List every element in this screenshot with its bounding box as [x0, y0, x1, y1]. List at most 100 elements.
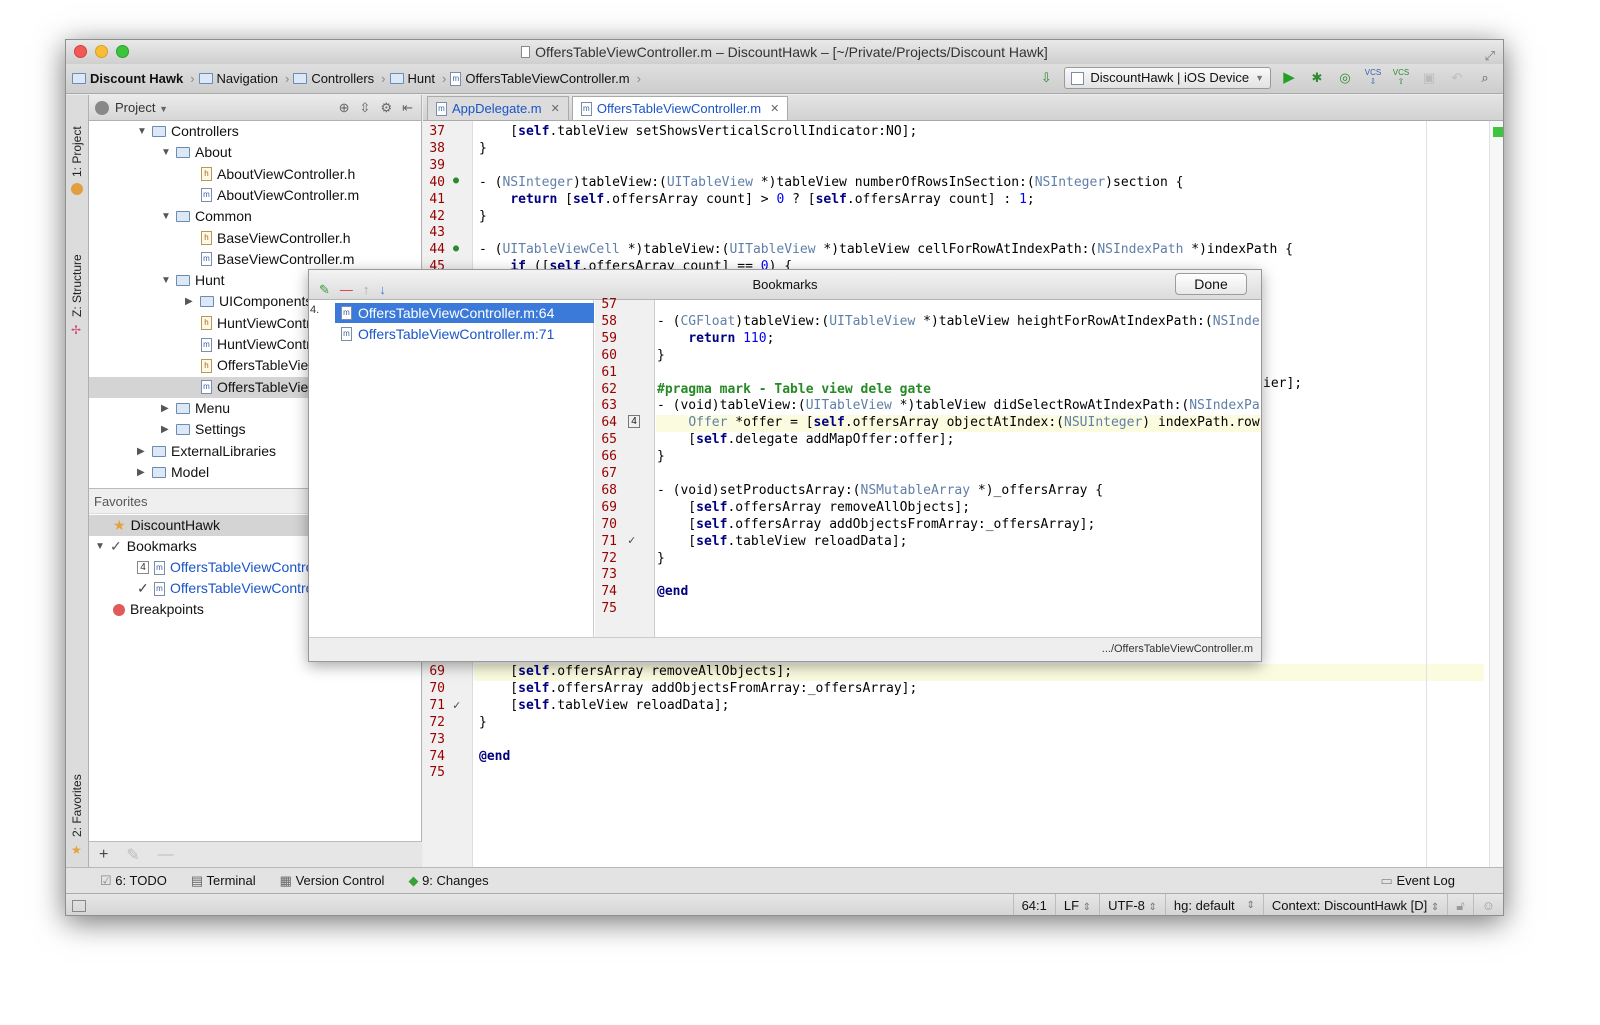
code-line: [self.tableView reloadData]; [657, 533, 908, 549]
tool-terminal[interactable]: ▤ Terminal [191, 873, 256, 889]
debug-icon[interactable]: ✱ [1307, 68, 1327, 88]
close-window-button[interactable] [74, 45, 87, 58]
line-number: 42 [429, 208, 445, 224]
inspector-icon[interactable]: ☺ [1472, 893, 1503, 915]
caret-position[interactable]: 64:1 [1012, 893, 1055, 915]
project-tab-icon [71, 183, 83, 195]
encoding-select[interactable]: UTF-8 ⇕ [1099, 893, 1165, 915]
tree-item[interactable]: ▶ Settings [161, 419, 246, 440]
project-panel-header: Project ▼ ⊕ ⇳ ⚙ ⇤ [89, 95, 421, 121]
run-icon[interactable]: ▶ [1279, 68, 1299, 88]
tree-item[interactable]: h BaseViewController.h [201, 228, 351, 249]
todo-icon: ☑ [100, 872, 112, 888]
code-line: [self.tableView reloadData]; [479, 697, 730, 713]
chevron-right-icon[interactable]: ▶ [161, 398, 171, 419]
run-configuration-select[interactable]: DiscountHawk | iOS Device ▼ [1064, 67, 1271, 89]
code-line: [self.delegate addMapOffer:offer]; [657, 432, 955, 448]
line-number: 68 [601, 482, 617, 498]
search-icon[interactable]: ⌕ [1475, 68, 1495, 88]
breadcrumb-project[interactable]: Discount Hawk › [72, 71, 195, 86]
tree-item[interactable]: m AboutViewController.m [201, 185, 359, 206]
edit-icon[interactable]: ✎ [126, 845, 139, 865]
tool-version-control[interactable]: ▦ Version Control [280, 873, 385, 889]
tree-item-label: BaseViewController.m [217, 250, 355, 267]
tree-item[interactable]: ▼ Controllers [137, 121, 239, 142]
context-select[interactable]: Context: DiscountHawk [D] ⇕ [1262, 893, 1447, 915]
done-button[interactable]: Done [1175, 273, 1247, 295]
zoom-window-button[interactable] [116, 45, 129, 58]
collapse-all-icon[interactable]: ⇳ [360, 100, 371, 116]
bookmark-check-icon[interactable]: ✓ [628, 533, 635, 547]
revert-icon[interactable]: ↶ [1447, 68, 1467, 88]
tab-appdelegate[interactable]: m AppDelegate.m ✕ [427, 96, 569, 120]
breadcrumb-file[interactable]: m OffersTableViewController.m › [450, 71, 641, 86]
vcs-update-icon[interactable]: VCS ⇩ [1363, 68, 1383, 88]
tool-changes[interactable]: ◆ 9: Changes [408, 873, 488, 889]
chevron-right-icon[interactable]: ▶ [137, 462, 147, 483]
override-icon[interactable]: ● [453, 243, 459, 254]
breadcrumb-navigation[interactable]: Navigation › [198, 71, 289, 86]
bookmark-item[interactable]: m OffersTableViewController.m:64 [335, 303, 594, 323]
line-separator-select[interactable]: LF ⇕ [1054, 893, 1099, 915]
error-stripe[interactable] [1489, 121, 1503, 867]
favorites-item-project[interactable]: ★ DiscountHawk [113, 515, 220, 536]
vcs-branch-select[interactable]: hg: default ⇕ [1164, 893, 1263, 915]
vcs-commit-icon[interactable]: VCS ⇧ [1391, 68, 1411, 88]
bookmark-item[interactable]: m OffersTableViewController.m:71 [335, 324, 594, 344]
close-icon[interactable]: ✕ [551, 102, 560, 115]
build-icon[interactable]: ⇩ [1036, 68, 1056, 88]
project-view-select[interactable]: Project ▼ [115, 100, 168, 115]
bookmark-label: OffersTableViewController.m:71 [358, 326, 555, 342]
compare-icon[interactable]: ▣ [1419, 68, 1439, 88]
chevron-right-icon[interactable]: ▶ [161, 419, 171, 440]
favorites-item-breakpoints[interactable]: Breakpoints [113, 599, 204, 620]
line-number: 37 [429, 124, 445, 139]
tree-item[interactable]: ▼ Common [161, 206, 252, 227]
tree-item[interactable]: ▼ Hunt [161, 270, 225, 291]
chevron-down-icon[interactable]: ▼ [161, 206, 171, 227]
lock-icon[interactable]: 🔓︎ [1447, 893, 1472, 915]
tree-item[interactable]: ▶ Model [137, 462, 209, 483]
chevron-right-icon[interactable]: ▶ [137, 441, 147, 462]
tree-item[interactable]: m BaseViewController.m [201, 249, 354, 270]
tool-todo[interactable]: ☑ 6: TODO [100, 873, 167, 889]
chevron-down-icon[interactable]: ▼ [137, 121, 147, 142]
add-icon[interactable]: + [99, 846, 108, 864]
line-number: 72 [429, 714, 445, 730]
minimize-window-button[interactable] [95, 45, 108, 58]
code-line: [self.offersArray removeAllObjects]; [657, 499, 971, 515]
tab-project[interactable]: 1: Project [68, 111, 87, 201]
tool-event-log[interactable]: ▭ Event Log [1381, 873, 1455, 889]
tree-item[interactable]: ▶ ExternalLibraries [137, 441, 276, 462]
bookmark-badge[interactable]: 4 [628, 415, 640, 428]
override-icon[interactable]: ● [453, 175, 459, 186]
tree-item[interactable]: h AboutViewController.h [201, 164, 355, 185]
breadcrumb-hunt[interactable]: Hunt › [389, 71, 446, 86]
scroll-from-source-icon[interactable]: ⊕ [339, 100, 350, 116]
bookmarks-popup-title: Bookmarks [752, 277, 818, 292]
tab-offerstableviewcontroller[interactable]: m OffersTableViewController.m ✕ [571, 96, 789, 120]
toggle-tool-windows-icon[interactable] [72, 899, 86, 912]
bookmark-check-icon[interactable]: ✓ [453, 698, 460, 712]
tree-item[interactable]: ▶ UIComponents [185, 291, 312, 312]
hide-panel-icon[interactable]: ⇤ [402, 100, 413, 116]
chevron-down-icon[interactable]: ▼ [161, 142, 171, 163]
app-icon [1071, 71, 1085, 85]
tab-structure[interactable]: Z: Structure ✢ [68, 245, 87, 345]
gear-icon[interactable]: ⚙ [380, 100, 392, 116]
chevron-right-icon[interactable]: ▶ [185, 291, 195, 312]
favorites-item-bookmarks[interactable]: ▼ ✓ Bookmarks [95, 536, 197, 557]
tool-label: Event Log [1396, 872, 1455, 888]
line-number: 44 [429, 242, 445, 258]
structure-tab-icon: ✢ [71, 323, 82, 337]
code-line: Offer *offer = [self.offersArray objectA… [688, 415, 1261, 431]
breadcrumb-controllers[interactable]: Controllers › [293, 71, 386, 86]
close-icon[interactable]: ✕ [770, 102, 779, 115]
chevron-down-icon[interactable]: ▼ [161, 270, 171, 291]
remove-icon[interactable]: — [158, 846, 174, 864]
m-file-icon: m [154, 581, 165, 596]
run-with-coverage-icon[interactable]: ◎ [1335, 68, 1355, 88]
tree-item[interactable]: ▼ About [161, 142, 232, 163]
line-number: 62 [601, 381, 617, 397]
tree-item[interactable]: ▶ Menu [161, 398, 230, 419]
